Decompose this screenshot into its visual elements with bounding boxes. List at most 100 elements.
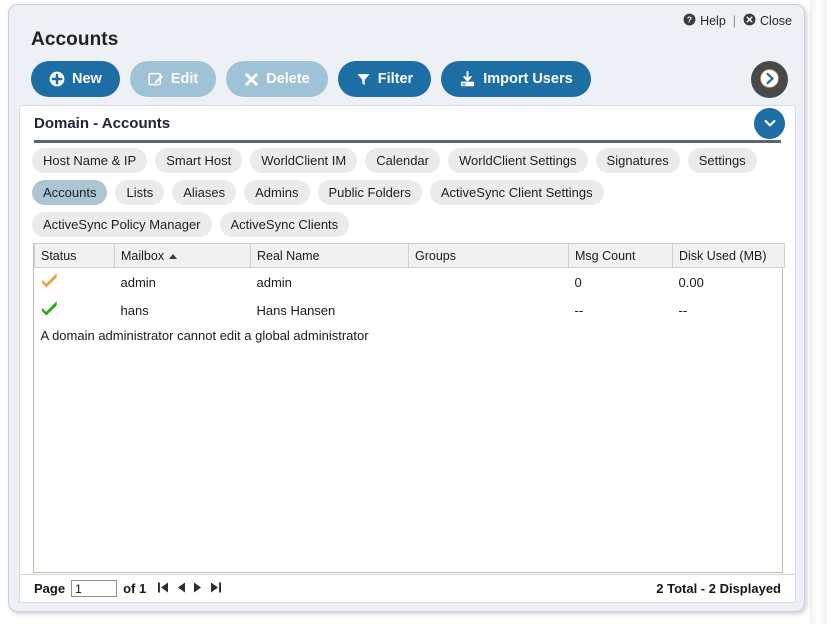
cell-msg-count: 0 — [574, 274, 582, 290]
new-button[interactable]: New — [31, 61, 120, 97]
help-circle-icon: ? — [683, 13, 696, 29]
cell-groups — [409, 268, 569, 297]
column-header-label: Msg Count — [575, 248, 636, 263]
tab-label: ActiveSync Policy Manager — [43, 217, 201, 232]
chevron-right-circle-icon — [759, 68, 780, 91]
tab-accounts[interactable]: Accounts — [32, 180, 108, 205]
tab-calendar[interactable]: Calendar — [365, 148, 440, 173]
accounts-table: Status Mailbox Real Name Groups Msg Count Dis… — [34, 243, 785, 349]
filter-button[interactable]: Filter — [337, 61, 432, 97]
tab-label: ActiveSync Clients — [230, 217, 339, 232]
tab-label: Signatures — [606, 153, 669, 168]
column-header-label: Disk Used (MB) — [679, 248, 767, 263]
tab-settings[interactable]: Settings — [687, 148, 757, 173]
page-nav-buttons — [157, 581, 222, 596]
grid-note-row: A domain administrator cannot edit a glo… — [35, 324, 785, 349]
tab-label: WorldClient IM — [261, 153, 347, 168]
close-link-label: Close — [760, 13, 792, 28]
x-mark-icon — [244, 72, 259, 87]
cell-disk-used: 0.00 — [678, 274, 704, 290]
tab-label: Calendar — [376, 153, 429, 168]
section-header: Domain - Accounts — [20, 106, 795, 140]
column-header-msg-count[interactable]: Msg Count — [568, 243, 673, 268]
tab-label: Settings — [698, 153, 746, 168]
page-title: Accounts — [31, 29, 119, 50]
table-body: admin admin 0 0.00 hans Hans Hansen -- -- A doma… — [35, 268, 785, 350]
screenshot-root: ? Help | Close Accounts New Edit Delete … — [0, 0, 827, 624]
page-label: Page — [34, 581, 66, 596]
tab-activesync-client-settings[interactable]: ActiveSync Client Settings — [429, 180, 604, 205]
column-header-groups[interactable]: Groups — [408, 243, 569, 268]
column-header-real-name[interactable]: Real Name — [250, 243, 409, 268]
grid-note: A domain administrator cannot edit a glo… — [40, 327, 369, 343]
close-link[interactable]: Close — [743, 13, 792, 29]
help-link[interactable]: ? Help — [683, 13, 726, 29]
tab-label: Smart Host — [166, 153, 232, 168]
accounts-window: ? Help | Close Accounts New Edit Delete … — [8, 4, 805, 612]
column-header-status[interactable]: Status — [34, 243, 115, 268]
delete-button[interactable]: Delete — [226, 61, 328, 97]
tab-admins[interactable]: Admins — [244, 180, 310, 205]
tab-lists[interactable]: Lists — [115, 180, 165, 205]
next-panel-button[interactable] — [751, 61, 788, 98]
section-divider — [34, 140, 781, 143]
filter-button-label: Filter — [377, 71, 414, 87]
content-card: Domain - Accounts Host Name & IP Smart Ho… — [19, 105, 796, 603]
pagination-controls: Page of 1 — [34, 580, 222, 597]
tab-label: ActiveSync Client Settings — [440, 185, 593, 200]
tab-label: Aliases — [183, 185, 226, 200]
cell-mailbox: admin — [120, 274, 156, 290]
pagination-bar: Page of 1 — [20, 574, 795, 602]
column-header-disk-used-mb[interactable]: Disk Used (MB) — [672, 243, 785, 268]
tab-host-name-ip[interactable]: Host Name & IP — [32, 148, 148, 173]
cell-status — [35, 268, 115, 297]
cell-msg-count: -- — [574, 302, 584, 318]
page-count-label: of 1 — [123, 581, 147, 596]
previous-page-button[interactable] — [176, 581, 186, 596]
tab-public-folders[interactable]: Public Folders — [317, 180, 422, 205]
tab-label: Admins — [255, 185, 299, 200]
import-users-button[interactable]: Import Users — [441, 61, 591, 97]
column-header-mailbox[interactable]: Mailbox — [114, 243, 251, 268]
table-header-row: Status Mailbox Real Name Groups Msg Count Dis… — [34, 243, 785, 268]
accounts-grid: Status Mailbox Real Name Groups Msg Count Dis… — [33, 243, 785, 573]
tab-label: WorldClient Settings — [459, 153, 577, 168]
cell-real-name: admin — [256, 274, 292, 290]
cell-mailbox: hans — [120, 302, 149, 318]
tab-worldclient-im[interactable]: WorldClient IM — [250, 148, 358, 173]
tab-worldclient-settings[interactable]: WorldClient Settings — [448, 148, 588, 173]
tab-aliases[interactable]: Aliases — [172, 180, 237, 205]
table-row[interactable]: admin admin 0 0.00 — [35, 268, 785, 297]
cell-disk-used: -- — [678, 302, 688, 318]
first-page-button[interactable] — [157, 581, 169, 596]
help-link-label: Help — [700, 13, 726, 28]
column-header-label: Mailbox — [121, 248, 165, 263]
next-page-button[interactable] — [193, 581, 203, 596]
triangle-left-icon — [176, 581, 186, 596]
tab-label: Lists — [126, 185, 154, 200]
window-utility-links: ? Help | Close — [683, 13, 792, 29]
page-scrollbar[interactable] — [810, 0, 827, 624]
sort-ascending-icon — [169, 253, 178, 259]
triangle-right-icon — [193, 581, 203, 596]
tab-smart-host[interactable]: Smart Host — [155, 148, 243, 173]
tab-signatures[interactable]: Signatures — [595, 148, 680, 173]
page-number-input[interactable] — [71, 580, 118, 597]
funnel-icon — [356, 72, 371, 87]
tab-label: Host Name & IP — [43, 153, 137, 168]
table-row[interactable]: hans Hans Hansen -- -- — [35, 296, 785, 324]
edit-button[interactable]: Edit — [129, 61, 217, 97]
skip-first-icon — [157, 581, 169, 596]
section-collapse-button[interactable] — [754, 108, 785, 139]
tab-activesync-policy-manager[interactable]: ActiveSync Policy Manager — [32, 212, 212, 237]
tab-activesync-clients[interactable]: ActiveSync Clients — [219, 212, 350, 237]
section-title: Domain - Accounts — [34, 114, 171, 132]
utility-separator: | — [732, 13, 737, 28]
cell-real-name: Hans Hansen — [256, 302, 336, 318]
record-summary: 2 Total - 2 Displayed — [656, 581, 781, 596]
plus-circle-icon — [49, 71, 65, 87]
tab-label: Accounts — [43, 185, 97, 200]
gold-check-icon — [41, 273, 58, 290]
tab-bar: Host Name & IP Smart Host WorldClient IM Ca… — [20, 140, 795, 239]
last-page-button[interactable] — [210, 581, 222, 596]
